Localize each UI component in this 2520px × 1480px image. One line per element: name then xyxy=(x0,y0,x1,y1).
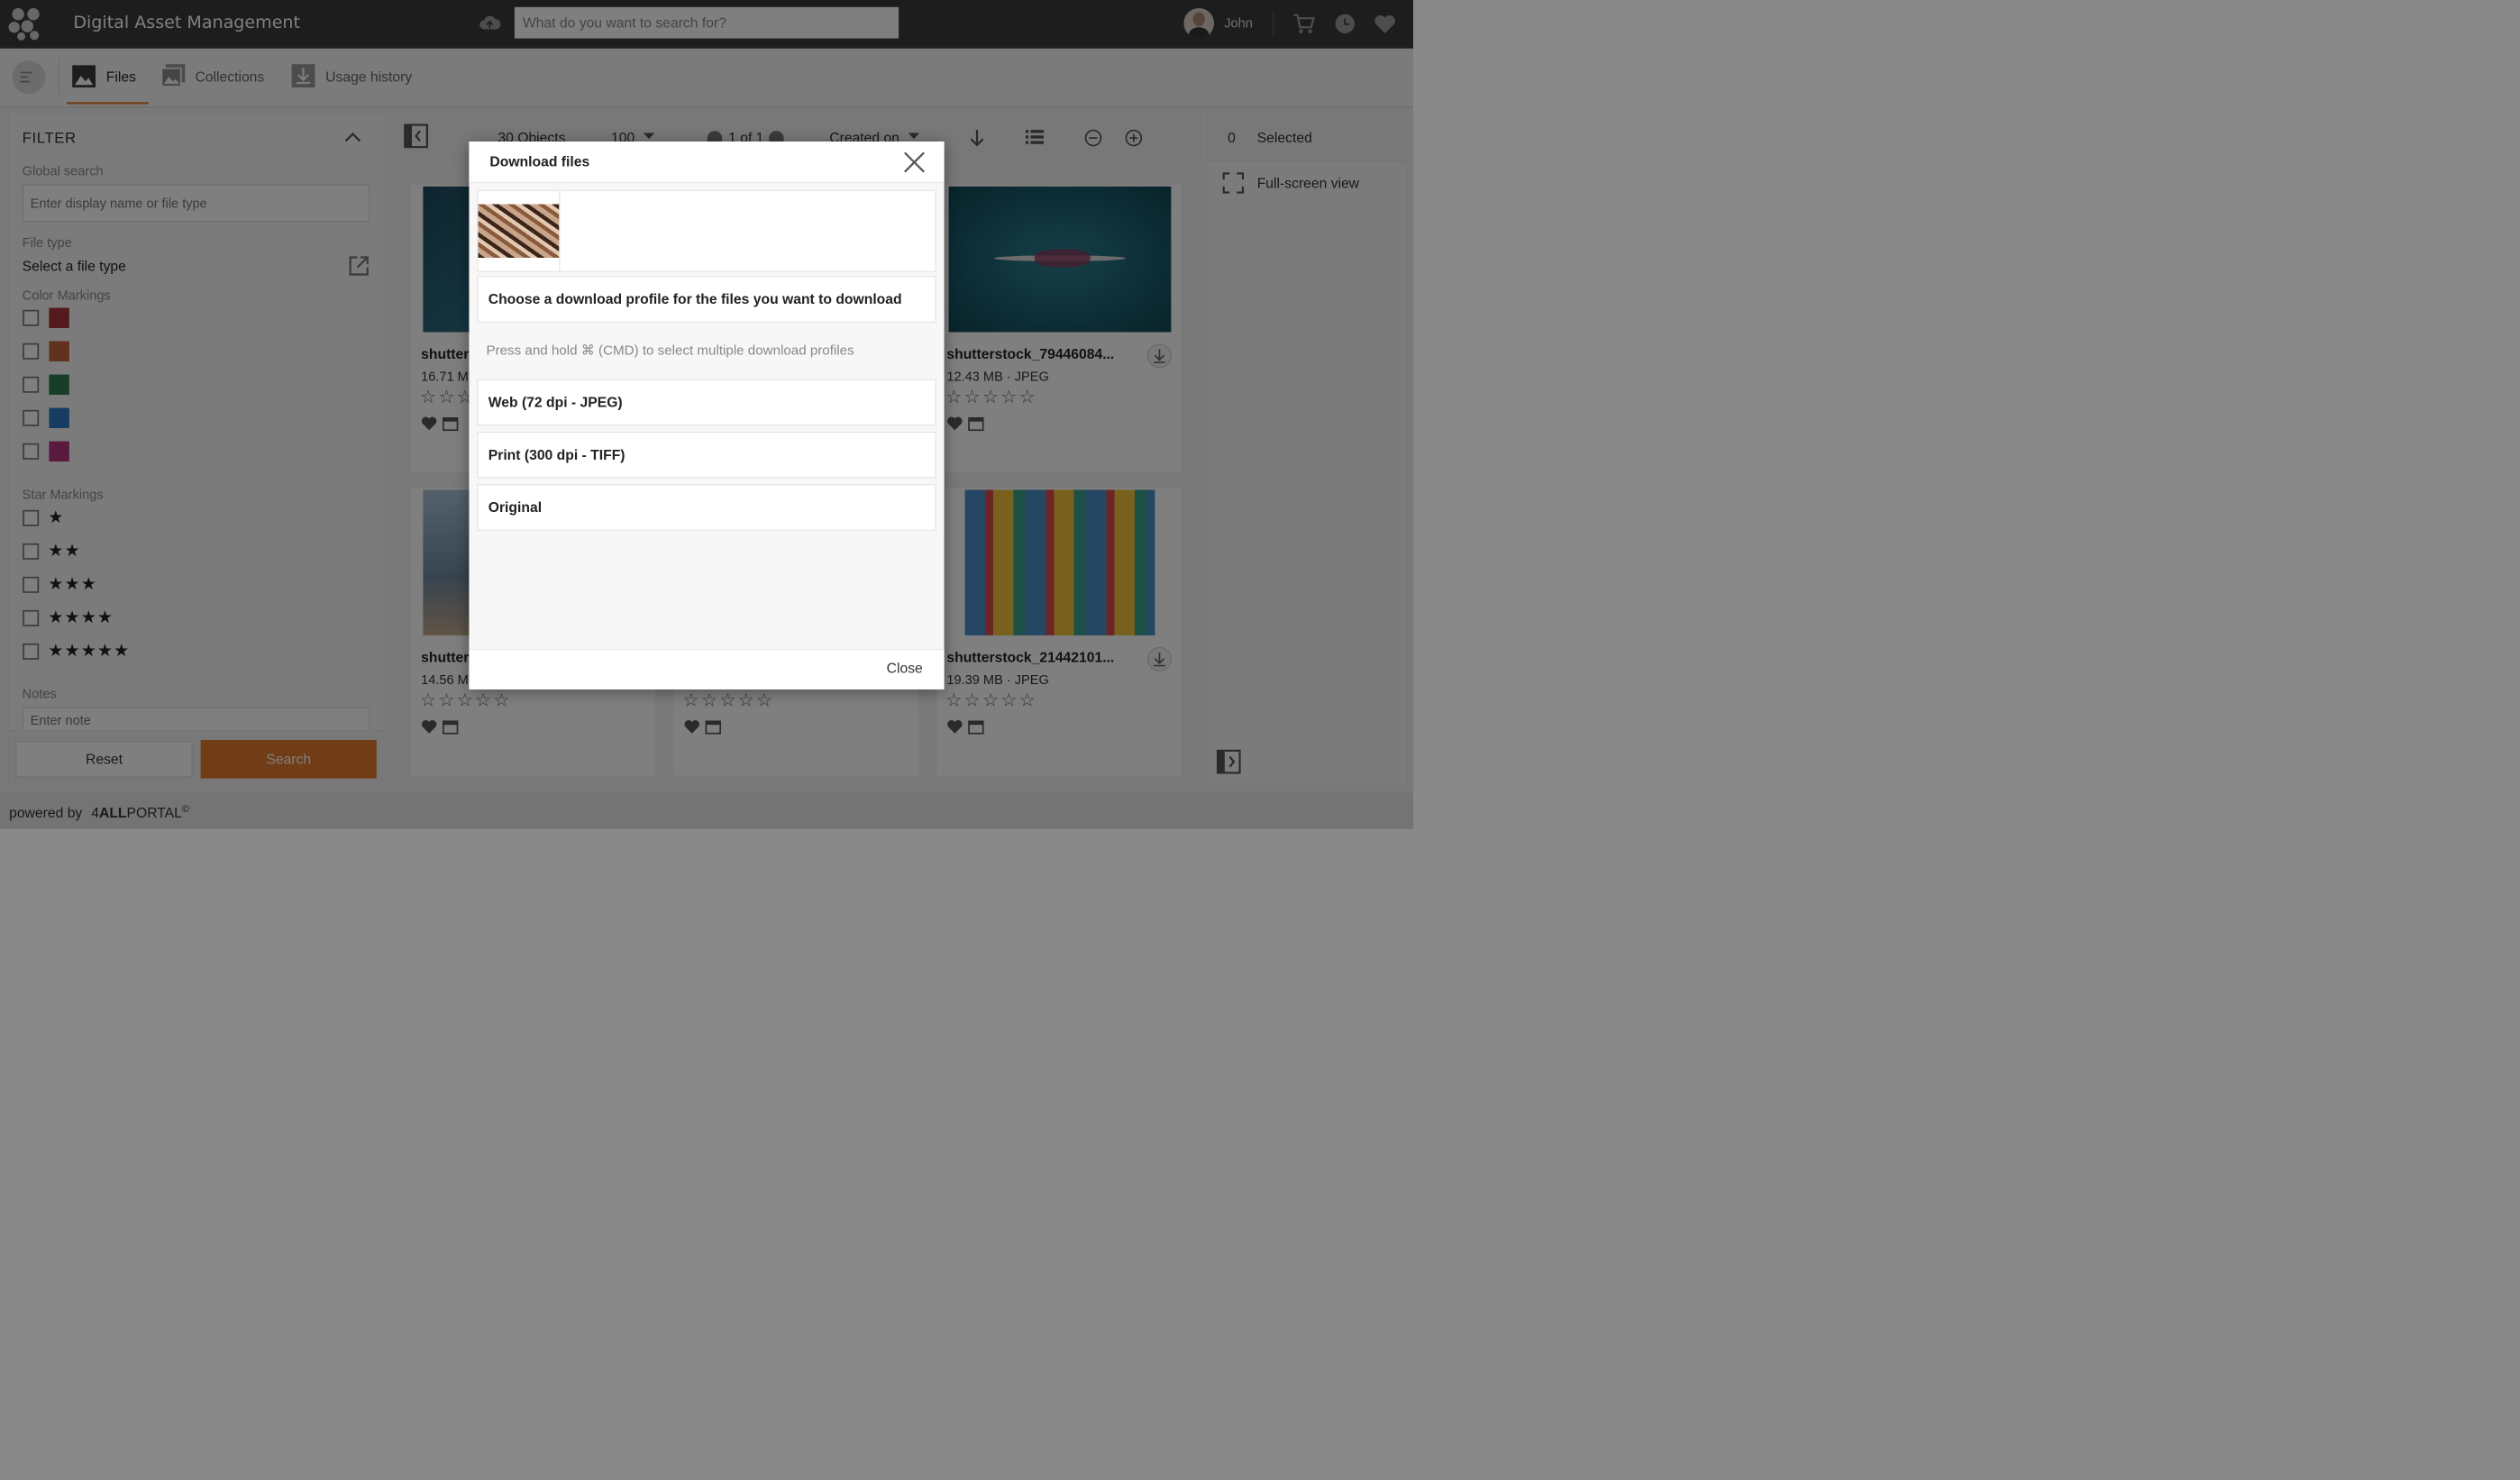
close-button[interactable]: Close xyxy=(887,660,923,676)
close-icon[interactable] xyxy=(903,151,927,174)
download-profile-web[interactable]: Web (72 dpi - JPEG) xyxy=(477,379,936,426)
dialog-header: Download files xyxy=(469,142,945,184)
download-profile-print[interactable]: Print (300 dpi - TIFF) xyxy=(477,431,936,479)
dialog-footer: Close xyxy=(469,649,945,690)
dialog-instruction: Choose a download profile for the files … xyxy=(477,276,936,323)
download-files-dialog: Download files Choose a download profile… xyxy=(469,142,945,690)
download-profile-original[interactable]: Original xyxy=(477,484,936,531)
selected-files-preview xyxy=(477,189,936,272)
file-thumbnail xyxy=(478,204,560,259)
file-preview-cell xyxy=(478,190,561,271)
dialog-title: Download files xyxy=(489,153,590,169)
dialog-hint: Press and hold ⌘ (CMD) to select multipl… xyxy=(486,343,854,359)
page: Digital Asset Management John xyxy=(0,0,1413,830)
